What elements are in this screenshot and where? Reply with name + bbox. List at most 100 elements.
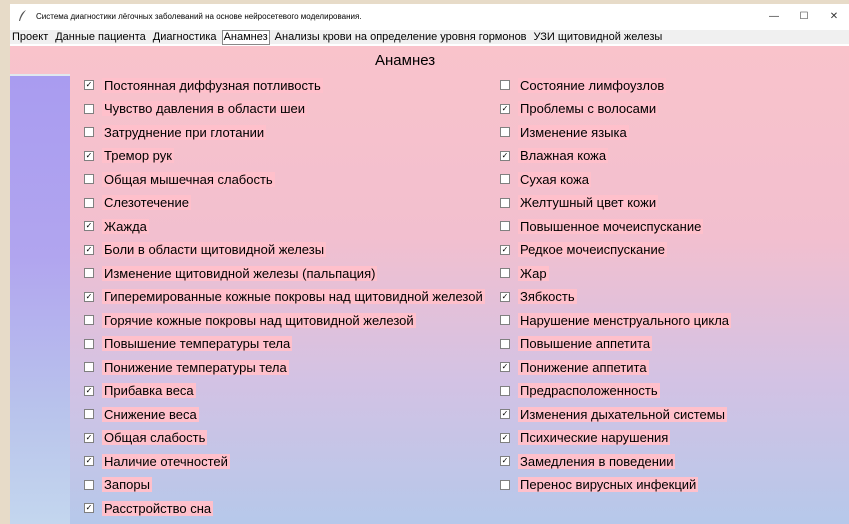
checkbox-row[interactable]: Чувство давления в области шеи: [84, 99, 307, 119]
checkbox-row[interactable]: ✓ Тремор рук: [84, 146, 174, 166]
checkbox[interactable]: [84, 479, 94, 490]
checkbox[interactable]: [500, 174, 510, 184]
checkbox[interactable]: ✓: [84, 456, 94, 466]
tab-4[interactable]: Анализы крови на определение уровня горм…: [273, 30, 529, 45]
checkbox-row[interactable]: Горячие кожные покровы над щитовидной же…: [84, 310, 416, 330]
checkbox-row[interactable]: Состояние лимфоузлов: [500, 75, 667, 95]
checkbox-row[interactable]: ✓ Боли в области щитовидной железы: [84, 240, 327, 260]
checkbox-label: Предрасположенность: [518, 383, 660, 398]
checkbox-label: Изменение языка: [518, 124, 629, 140]
checkbox-row[interactable]: Снижение веса: [84, 404, 199, 424]
checkbox-row[interactable]: Слезотечение: [84, 193, 191, 213]
checkbox[interactable]: ✓: [84, 385, 94, 396]
checkbox[interactable]: [500, 221, 510, 231]
checkbox[interactable]: ✓: [500, 362, 510, 372]
tab-5[interactable]: УЗИ щитовидной железы: [532, 30, 665, 45]
checkbox-label: Тремор рук: [102, 148, 174, 163]
checkbox-label: Проблемы с волосами: [518, 101, 659, 116]
checkbox[interactable]: [84, 127, 94, 137]
minimize-button[interactable]: —: [759, 4, 789, 28]
tab-2[interactable]: Диагностика: [151, 30, 219, 45]
checkbox-row[interactable]: Нарушение менструального цикла: [500, 310, 732, 330]
checkbox-row[interactable]: Повышение температуры тела: [84, 334, 293, 354]
checkbox-label: Повышенное мочеиспускание: [518, 218, 704, 234]
checkbox-label: Чувство давления в области шеи: [102, 101, 307, 116]
checkbox-row[interactable]: Изменение щитовидной железы (пальпация): [84, 263, 378, 283]
checkbox-row[interactable]: ✓ Гиперемированные кожные покровы над щит…: [84, 287, 485, 307]
checkbox-row[interactable]: Общая мышечная слабость: [84, 169, 275, 189]
checkbox[interactable]: [500, 127, 510, 137]
checkbox-label: Жар: [518, 265, 549, 281]
checkbox-row[interactable]: Жар: [500, 263, 549, 283]
checkbox-label: Запоры: [102, 477, 152, 492]
checkbox[interactable]: [84, 409, 94, 419]
feather-icon: [16, 9, 30, 23]
checkbox[interactable]: ✓: [84, 503, 94, 513]
checkbox[interactable]: [500, 80, 510, 90]
checkbox-label: Слезотечение: [102, 195, 191, 210]
tab-3[interactable]: Анамнез: [221, 29, 270, 45]
checkbox-row[interactable]: Предрасположенность: [500, 381, 660, 401]
checkbox-row[interactable]: Затруднение при глотании: [84, 122, 267, 142]
checkbox[interactable]: [84, 338, 94, 349]
checkbox[interactable]: ✓: [500, 103, 510, 114]
checkbox-row[interactable]: Запоры: [84, 475, 152, 495]
checkbox[interactable]: [84, 197, 94, 208]
checkbox-row[interactable]: ✓ Прибавка веса: [84, 381, 196, 401]
checkbox[interactable]: [500, 268, 510, 278]
checkbox-row[interactable]: ✓ Постоянная диффузная потливость: [84, 75, 323, 95]
tab-1[interactable]: Данные пациента: [53, 30, 148, 45]
checkbox-row[interactable]: ✓ Общая слабость: [84, 428, 208, 448]
checkbox[interactable]: [84, 268, 94, 278]
checkbox[interactable]: ✓: [500, 244, 510, 255]
checkbox-label: Психические нарушения: [518, 430, 671, 445]
checkbox-row[interactable]: Повышенное мочеиспускание: [500, 216, 704, 236]
checkbox-row[interactable]: ✓ Влажная кожа: [500, 146, 609, 166]
checkbox-row[interactable]: ✓ Расстройство сна: [84, 498, 214, 518]
checkbox-row[interactable]: Сухая кожа: [500, 169, 591, 189]
checkbox[interactable]: ✓: [500, 150, 510, 161]
checkbox[interactable]: ✓: [500, 456, 510, 466]
checkbox[interactable]: ✓: [500, 291, 510, 302]
checkbox[interactable]: [500, 315, 510, 325]
checkbox[interactable]: ✓: [84, 150, 94, 161]
checkbox[interactable]: ✓: [84, 291, 94, 302]
checkbox-row[interactable]: Изменение языка: [500, 122, 629, 142]
checkbox[interactable]: [500, 385, 510, 396]
checkbox[interactable]: ✓: [84, 432, 94, 443]
checkbox[interactable]: [84, 103, 94, 114]
checkbox-row[interactable]: ✓ Понижение аппетита: [500, 357, 649, 377]
checkbox-label: Боли в области щитовидной железы: [102, 242, 327, 257]
checkbox-row[interactable]: Желтушный цвет кожи: [500, 193, 659, 213]
checkbox-row[interactable]: ✓ Проблемы с волосами: [500, 99, 659, 119]
checkbox[interactable]: [500, 338, 510, 349]
tab-0[interactable]: Проект: [10, 30, 50, 45]
checkbox-row[interactable]: ✓ Редкое мочеиспускание: [500, 240, 667, 260]
checkbox-row[interactable]: ✓ Изменения дыхательной системы: [500, 404, 728, 424]
checkbox-row[interactable]: ✓ Замедления в поведении: [500, 451, 676, 471]
checkbox-row[interactable]: ✓ Зябкость: [500, 287, 577, 307]
checkbox[interactable]: [500, 197, 510, 208]
maximize-button[interactable]: ☐: [789, 4, 819, 28]
checkbox[interactable]: ✓: [84, 244, 94, 255]
checkbox-row[interactable]: ✓ Психические нарушения: [500, 428, 671, 448]
checkbox-row[interactable]: Понижение температуры тела: [84, 357, 289, 377]
checkbox-row[interactable]: Повышение аппетита: [500, 334, 653, 354]
checkbox[interactable]: ✓: [500, 432, 510, 443]
checkbox-label: Горячие кожные покровы над щитовидной же…: [102, 312, 416, 328]
checkbox-row[interactable]: ✓ Жажда: [84, 216, 149, 236]
checkbox-label: Жажда: [102, 218, 149, 234]
checkbox[interactable]: ✓: [84, 221, 94, 231]
checkbox[interactable]: [84, 174, 94, 184]
checkbox[interactable]: ✓: [84, 80, 94, 90]
checkbox[interactable]: [500, 479, 510, 490]
checkbox[interactable]: [84, 362, 94, 372]
checkbox-label: Снижение веса: [102, 406, 199, 422]
close-button[interactable]: ✕: [819, 4, 849, 28]
checkbox[interactable]: [84, 315, 94, 325]
checkbox[interactable]: ✓: [500, 409, 510, 419]
checkbox-row[interactable]: ✓ Наличие отечностей: [84, 451, 230, 471]
app-window: Система диагностики лёгочных заболеваний…: [10, 4, 849, 524]
checkbox-row[interactable]: Перенос вирусных инфекций: [500, 475, 699, 495]
checkbox-label: Изменение щитовидной железы (пальпация): [102, 265, 378, 281]
